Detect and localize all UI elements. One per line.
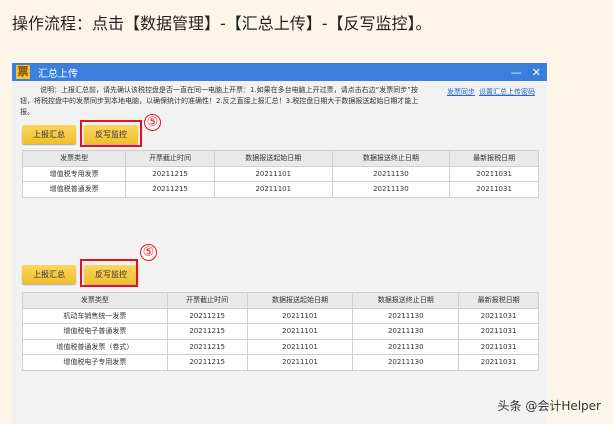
cell: 20211101 bbox=[246, 323, 354, 340]
col-header: 开票截止时间 bbox=[166, 292, 248, 309]
cell: 增值税电子专用发票 bbox=[22, 354, 168, 371]
invoice-sync-link[interactable]: 发票同步 bbox=[447, 87, 475, 97]
set-upload-password-link[interactable]: 设置汇总上传密码 bbox=[479, 87, 535, 97]
cell: 20211031 bbox=[449, 165, 539, 182]
close-button[interactable]: ✕ bbox=[532, 66, 541, 79]
cell: 增值税专用发票 bbox=[21, 165, 127, 182]
cell: 20211031 bbox=[449, 181, 539, 198]
cell: 20211215 bbox=[166, 354, 248, 371]
table-header: 发票类型 开票截止时间 数据报送起始日期 数据报送终止日期 最新报税日期 bbox=[21, 150, 539, 167]
cell: 20211215 bbox=[125, 181, 215, 198]
cell: 20211031 bbox=[458, 338, 539, 355]
cell: 20211130 bbox=[352, 354, 460, 371]
summary-upload-window: 票 汇总上传 — ✕ 说明：上报汇总前，请先确认该税控盘是否一直在同一电脑上开票… bbox=[12, 63, 547, 424]
cell: 增值税电子普通发票 bbox=[22, 323, 168, 340]
col-header: 发票类型 bbox=[22, 292, 168, 309]
step-marker: ⑤ bbox=[144, 114, 161, 131]
cell: 20211215 bbox=[125, 165, 215, 182]
cell: 20211130 bbox=[352, 323, 460, 340]
cell: 20211101 bbox=[246, 338, 354, 355]
cell: 20211101 bbox=[213, 165, 333, 182]
table-row[interactable]: 增值税专用发票 20211215 20211101 20211130 20211031 bbox=[21, 165, 539, 182]
col-header: 数据报送起始日期 bbox=[213, 150, 333, 167]
col-header: 最新报税日期 bbox=[458, 292, 539, 309]
title-bar: 票 汇总上传 — ✕ bbox=[12, 63, 547, 81]
cell: 20211130 bbox=[352, 338, 460, 355]
window-title: 汇总上传 bbox=[38, 68, 78, 80]
watermark: 头条 @会计Helper bbox=[497, 399, 602, 413]
cell: 机动车销售统一发票 bbox=[22, 307, 168, 324]
report-summary-button[interactable]: 上报汇总 bbox=[22, 125, 76, 144]
instruction-heading: 操作流程：点击【数据管理】-【汇总上传】-【反写监控】。 bbox=[12, 14, 432, 33]
col-header: 开票截止时间 bbox=[125, 150, 215, 167]
cell: 20211215 bbox=[166, 323, 248, 340]
cell: 20211101 bbox=[213, 181, 333, 198]
cell: 20211130 bbox=[331, 181, 451, 198]
col-header: 最新报税日期 bbox=[449, 150, 539, 167]
cell: 增值税普通发票（卷式） bbox=[22, 338, 168, 355]
cell: 20211031 bbox=[458, 323, 539, 340]
table-header: 发票类型 开票截止时间 数据报送起始日期 数据报送终止日期 最新报税日期 bbox=[22, 292, 539, 309]
step-marker: ⑤ bbox=[140, 244, 157, 261]
col-header: 数据报送起始日期 bbox=[246, 292, 354, 309]
cell: 20211215 bbox=[166, 338, 248, 355]
report-summary-button-2[interactable]: 上报汇总 bbox=[22, 265, 76, 284]
cell: 20211130 bbox=[331, 165, 451, 182]
cell: 20211130 bbox=[352, 307, 460, 324]
description-text: 说明：上报汇总前，请先确认该税控盘是否一直在同一电脑上开票：1.如果在多台电脑上… bbox=[20, 86, 419, 116]
invoice-logo-icon: 票 bbox=[16, 65, 30, 79]
table-row[interactable]: 机动车销售统一发票 20211215 20211101 20211130 2021103… bbox=[22, 307, 539, 324]
cell: 20211215 bbox=[166, 307, 248, 324]
col-header: 发票类型 bbox=[21, 150, 127, 167]
cell: 增值税普通发票 bbox=[21, 181, 127, 198]
cell: 20211101 bbox=[246, 307, 354, 324]
highlight-box bbox=[80, 259, 138, 287]
minimize-button[interactable]: — bbox=[511, 66, 522, 79]
highlight-box bbox=[80, 120, 142, 147]
table-row[interactable]: 增值税电子普通发票 20211215 20211101 20211130 2021103… bbox=[22, 323, 539, 340]
cell: 20211031 bbox=[458, 307, 539, 324]
cell: 20211101 bbox=[246, 354, 354, 371]
table-row[interactable]: 增值税普通发票（卷式） 20211215 20211101 20211130 20211… bbox=[22, 338, 539, 355]
table-row[interactable]: 增值税普通发票 20211215 20211101 20211130 20211031 bbox=[21, 181, 539, 198]
table-row[interactable]: 增值税电子专用发票 20211215 20211101 20211130 2021103… bbox=[22, 354, 539, 371]
col-header: 数据报送终止日期 bbox=[331, 150, 451, 167]
col-header: 数据报送终止日期 bbox=[352, 292, 460, 309]
invoice-table-1: 发票类型 开票截止时间 数据报送起始日期 数据报送终止日期 最新报税日期 增值税… bbox=[21, 150, 539, 198]
cell: 20211031 bbox=[458, 354, 539, 371]
invoice-table-2: 发票类型 开票截止时间 数据报送起始日期 数据报送终止日期 最新报税日期 机动车… bbox=[22, 292, 539, 371]
